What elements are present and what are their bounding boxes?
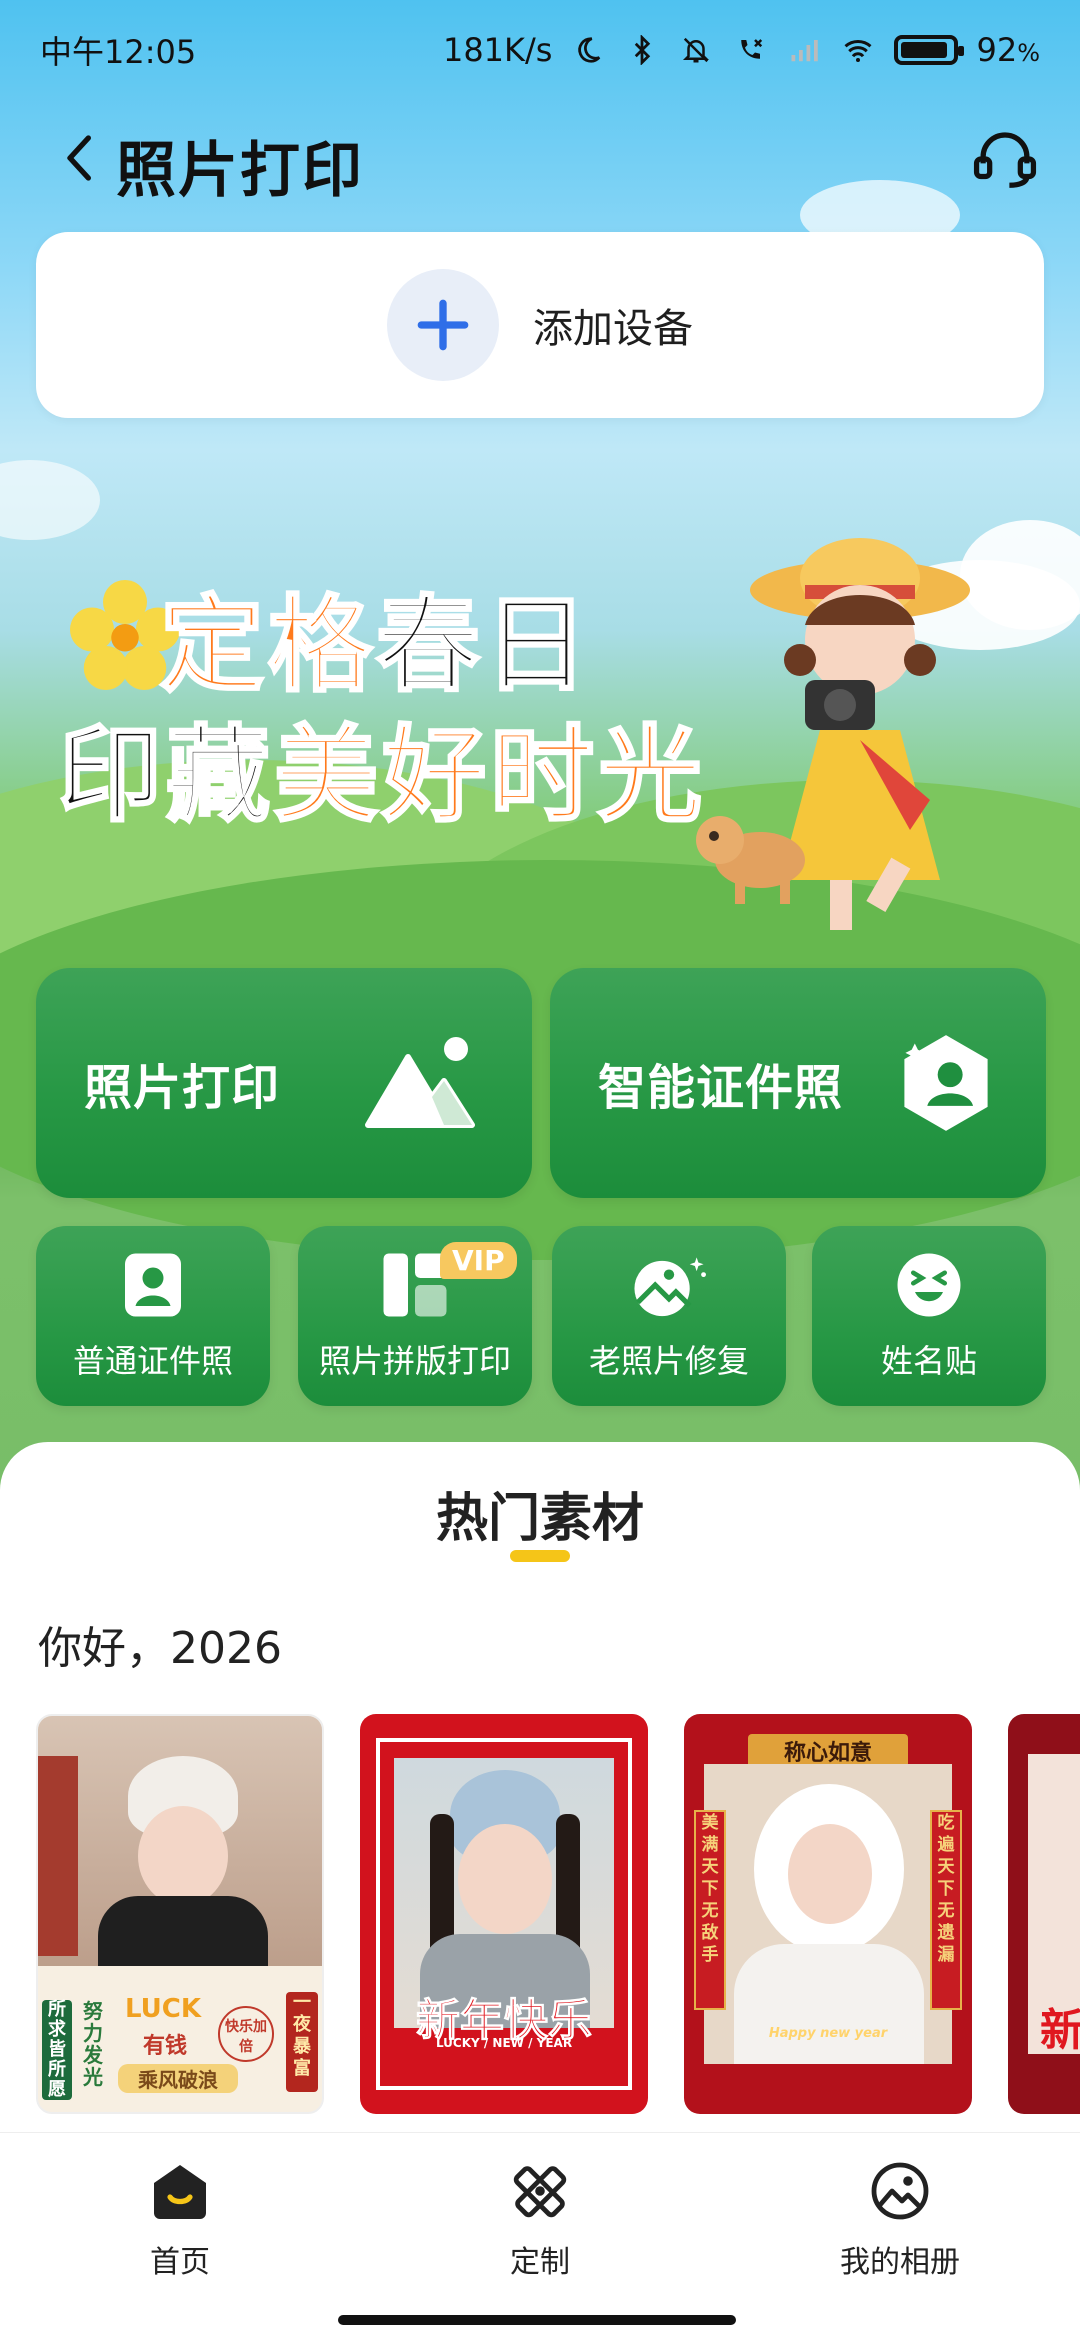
photo-print-label: 照片打印: [84, 1060, 281, 1116]
chevron-left-icon: [67, 135, 92, 181]
call-icon: [741, 39, 763, 59]
banner-headline-2: 印藏美好时光: [56, 713, 707, 838]
vip-badge: VIP: [440, 1242, 517, 1279]
group-title: 你好，2026: [38, 1623, 282, 1674]
nav-label-album: 我的相册: [840, 2245, 960, 2280]
smile-sticker-icon: [897, 1253, 961, 1317]
home-icon: [154, 2165, 206, 2219]
back-button[interactable]: [40, 118, 120, 198]
old-photo-restore-label: 老照片修复: [588, 1342, 749, 1380]
promo-banner[interactable]: 定格春日 印藏美好时光: [0, 470, 1080, 960]
section-underline: [510, 1550, 570, 1562]
album-icon: [871, 2162, 929, 2220]
template-card[interactable]: 称心如意 美满天下无敌手 吃遍天下无遗漏 Happy new year: [684, 1714, 972, 2114]
moon-icon: [578, 37, 601, 63]
name-sticker-label: 姓名贴: [880, 1342, 977, 1380]
add-device-label: 添加设备: [533, 306, 693, 352]
collage-print-label: 照片拼版打印: [318, 1342, 511, 1380]
page-title: 照片打印: [116, 136, 364, 206]
plus-circle: [387, 269, 499, 381]
banner-headline-1: 定格春日: [158, 583, 593, 708]
network-speed: 181K/s: [442, 31, 553, 69]
nav-label-customize: 定制: [510, 2245, 570, 2280]
photo-print-tile[interactable]: 照片打印: [36, 968, 532, 1198]
bluetooth-icon: [635, 35, 651, 65]
plus-icon: [417, 299, 469, 351]
name-sticker-tile[interactable]: 姓名贴: [812, 1226, 1046, 1406]
smart-id-photo-tile[interactable]: 智能证件照: [550, 968, 1046, 1198]
template-card[interactable]: 所求皆所愿 努力发光 LUCK 有钱 快乐加倍 乘风破浪 一夜暴富: [36, 1714, 324, 2114]
collage-print-tile[interactable]: VIP 照片拼版打印: [298, 1226, 532, 1406]
section-title[interactable]: 热门素材: [0, 1476, 1080, 1551]
battery-icon: [894, 35, 965, 65]
mountain-photo-icon: [365, 1037, 475, 1128]
id-card-person-icon: [125, 1253, 181, 1317]
template-card[interactable]: 新年快乐 LUCKY / NEW / YEAR: [360, 1714, 648, 2114]
standard-id-photo-tile[interactable]: 普通证件照: [36, 1226, 270, 1406]
smart-id-photo-label: 智能证件照: [598, 1060, 844, 1116]
add-device-card[interactable]: 添加设备: [36, 232, 1044, 418]
dog-illustration: [696, 816, 805, 904]
nav-item-home[interactable]: 首页: [60, 2159, 300, 2281]
standard-id-photo-label: 普通证件照: [72, 1342, 233, 1380]
nav-item-album[interactable]: 我的相册: [780, 2159, 1020, 2281]
signal-icon: [791, 40, 819, 62]
status-time: 中午12:05: [40, 33, 197, 71]
app-bar: 照片打印: [0, 100, 1080, 220]
mute-bell-icon: [683, 37, 710, 63]
status-icons: 181K/s 92%: [443, 31, 1040, 69]
photo-restore-icon: [634, 1257, 706, 1317]
nav-item-customize[interactable]: 定制: [420, 2159, 660, 2281]
materials-sheet: 热门素材 你好，2026 所求皆所愿 努力发光 LUCK 有钱 快乐加倍 乘风破…: [0, 1442, 1080, 2132]
headset-icon: [973, 132, 1037, 188]
bottom-navigation: 首页 定制 我的相册: [0, 2132, 1080, 2340]
old-photo-restore-tile[interactable]: 老照片修复: [552, 1226, 786, 1406]
template-carousel[interactable]: 所求皆所愿 努力发光 LUCK 有钱 快乐加倍 乘风破浪 一夜暴富 新年快乐 L…: [36, 1714, 1080, 2114]
status-bar: 中午12:05 181K/s 92%: [0, 0, 1080, 100]
customize-icon: [513, 2166, 567, 2218]
battery-percent: 92%: [976, 31, 1040, 69]
wifi-icon: [844, 39, 872, 62]
customer-service-button[interactable]: [960, 114, 1050, 204]
id-photo-hexagon-icon: [904, 1035, 988, 1131]
template-card[interactable]: 新: [1008, 1714, 1080, 2114]
nav-label-home: 首页: [150, 2245, 210, 2280]
gesture-home-indicator[interactable]: [338, 2315, 736, 2325]
